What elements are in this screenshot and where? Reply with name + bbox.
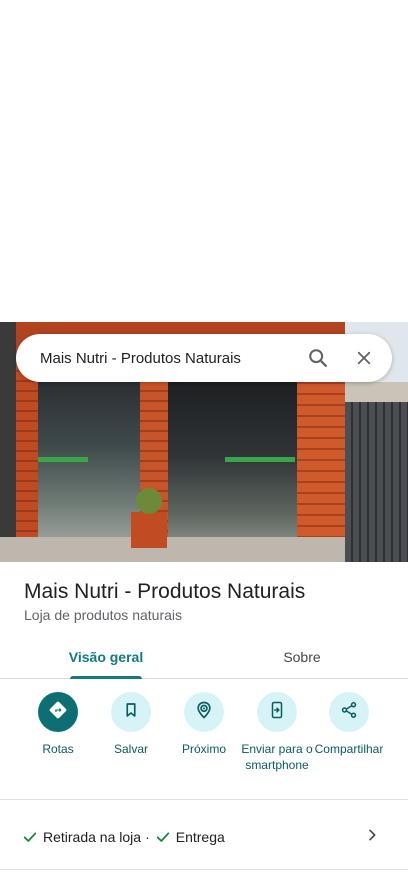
blank-area bbox=[0, 0, 408, 322]
save-button[interactable]: Salvar bbox=[91, 692, 171, 757]
share-label: Compartilhar bbox=[314, 742, 384, 756]
place-category[interactable]: Loja de produtos naturais bbox=[24, 607, 182, 623]
directions-label: Rotas bbox=[42, 742, 74, 756]
bookmark-icon bbox=[122, 701, 140, 724]
check-icon bbox=[22, 829, 38, 845]
share-button[interactable]: Compartilhar bbox=[309, 692, 389, 757]
separator-dot: · bbox=[145, 829, 150, 845]
action-buttons: Rotas Salvar Próximo Enviar para o smart… bbox=[0, 692, 408, 798]
tab-bar: Visão geral Sobre bbox=[0, 634, 408, 679]
service-delivery-label: Entrega bbox=[175, 829, 225, 845]
tab-overview-label: Visão geral bbox=[68, 648, 144, 665]
share-icon bbox=[340, 701, 358, 724]
nearby-icon bbox=[194, 700, 214, 725]
divider bbox=[0, 869, 408, 870]
search-input[interactable]: Mais Nutri - Produtos Naturais bbox=[40, 350, 298, 367]
service-pickup: Retirada na loja bbox=[22, 829, 141, 845]
search-bar[interactable]: Mais Nutri - Produtos Naturais bbox=[16, 334, 392, 382]
service-pickup-label: Retirada na loja bbox=[43, 829, 142, 845]
directions-button[interactable]: Rotas bbox=[18, 692, 98, 757]
chevron-right-icon[interactable] bbox=[364, 827, 380, 843]
search-icon[interactable] bbox=[298, 338, 338, 378]
tab-overview[interactable]: Visão geral bbox=[52, 634, 160, 679]
tab-selected-indicator bbox=[70, 676, 142, 679]
divider bbox=[0, 799, 408, 800]
check-icon bbox=[155, 829, 171, 845]
tab-about-label: Sobre bbox=[283, 648, 321, 665]
directions-icon bbox=[47, 699, 69, 726]
send-to-phone-icon bbox=[268, 700, 286, 725]
nearby-button[interactable]: Próximo bbox=[164, 692, 244, 757]
tab-about[interactable]: Sobre bbox=[248, 634, 356, 679]
nearby-label: Próximo bbox=[181, 742, 226, 756]
send-to-phone-button[interactable]: Enviar para o smartphone bbox=[237, 692, 317, 773]
send-to-phone-label: Enviar para o smartphone bbox=[241, 742, 313, 772]
service-delivery: Entrega bbox=[155, 829, 225, 845]
place-title: Mais Nutri - Produtos Naturais bbox=[24, 580, 306, 603]
save-label: Salvar bbox=[113, 742, 148, 756]
close-icon[interactable] bbox=[344, 338, 384, 378]
service-options[interactable]: Retirada na loja · Entrega bbox=[0, 805, 408, 869]
